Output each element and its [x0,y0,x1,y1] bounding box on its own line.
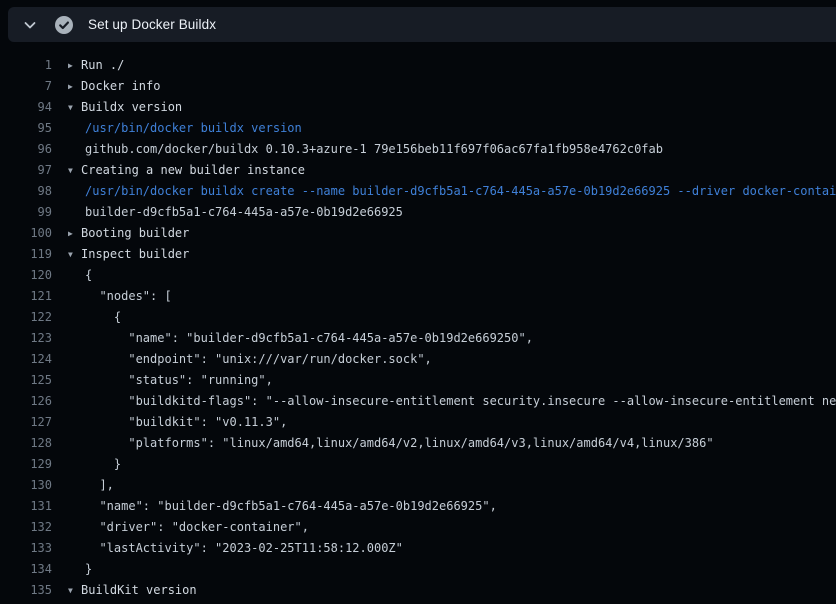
log-line[interactable]: 1 ▶Run ./ [0,55,836,76]
log-line: 96 github.com/docker/buildx 0.10.3+azure-… [0,139,836,160]
output-text: "name": "builder-d9cfb5a1-c764-445a-a57e… [85,331,533,345]
log-line: 129 } [0,454,836,475]
log-line: 95/usr/bin/docker buildx version [0,118,836,139]
line-number[interactable]: 99 [0,202,52,223]
log-line: 125 "status": "running", [0,370,836,391]
group-label: Booting builder [81,226,189,240]
line-number[interactable]: 135 [0,580,52,601]
log-line: 99 builder-d9cfb5a1-c764-445a-a57e-0b19d2… [0,202,836,223]
log-group: ▼Creating a new builder instance [68,160,305,181]
group-label: BuildKit version [81,583,197,597]
log-line[interactable]: 7 ▶Docker info [0,76,836,97]
log-line: 131 "name": "builder-d9cfb5a1-c764-445a-… [0,496,836,517]
log-line: 122 { [0,307,836,328]
expanded-arrow-icon: ▼ [68,97,81,118]
group-label: Run ./ [81,58,124,72]
output-text: "buildkitd-flags": "--allow-insecure-ent… [85,394,836,408]
expanded-arrow-icon: ▼ [68,160,81,181]
output-text: "platforms": "linux/amd64,linux/amd64/v2… [85,436,714,450]
log-line: 126 "buildkitd-flags": "--allow-insecure… [0,391,836,412]
output-text: "name": "builder-d9cfb5a1-c764-445a-a57e… [85,499,497,513]
log-line: 123 "name": "builder-d9cfb5a1-c764-445a-… [0,328,836,349]
group-label: Inspect builder [81,247,189,261]
command-text: /usr/bin/docker buildx create --name bui… [85,184,836,198]
output-text: "endpoint": "unix:///var/run/docker.sock… [85,352,432,366]
log-line[interactable]: 135 ▼BuildKit version [0,580,836,601]
group-label: Buildx version [81,100,182,114]
log-group: ▶Docker info [68,76,160,97]
output-text: "buildkit": "v0.11.3", [85,415,287,429]
chevron-down-icon [22,17,38,33]
log-line: 120 { [0,265,836,286]
line-number[interactable]: 122 [0,307,52,328]
line-number[interactable]: 123 [0,328,52,349]
log-line[interactable]: 94 ▼Buildx version [0,97,836,118]
line-number[interactable]: 96 [0,139,52,160]
log-line: 134} [0,559,836,580]
log-viewer: 1▶Run ./7▶Docker info94▼Buildx version95… [0,45,836,604]
line-number[interactable]: 127 [0,412,52,433]
expanded-arrow-icon: ▼ [68,580,81,601]
log-lines: 1▶Run ./7▶Docker info94▼Buildx version95… [0,55,836,604]
line-number[interactable]: 125 [0,370,52,391]
collapsed-arrow-icon: ▶ [68,76,81,97]
log-line: 130 ], [0,475,836,496]
expanded-arrow-icon: ▼ [68,244,81,265]
line-number[interactable]: 129 [0,454,52,475]
step-title: Set up Docker Buildx [88,17,216,32]
output-text: } [85,457,121,471]
log-group: ▶Run ./ [68,55,124,76]
line-number[interactable]: 94 [0,97,52,118]
log-line: 127 "buildkit": "v0.11.3", [0,412,836,433]
collapse-step-button[interactable] [18,13,42,37]
output-text: "status": "running", [85,373,273,387]
log-line[interactable]: 100 ▶Booting builder [0,223,836,244]
output-text: builder-d9cfb5a1-c764-445a-a57e-0b19d2e6… [85,205,403,219]
line-number[interactable]: 121 [0,286,52,307]
check-circle-icon [54,15,74,35]
line-number[interactable]: 126 [0,391,52,412]
line-number[interactable]: 134 [0,559,52,580]
line-number[interactable]: 97 [0,160,52,181]
output-text: github.com/docker/buildx 0.10.3+azure-1 … [85,142,663,156]
group-label: Docker info [81,79,160,93]
output-text: { [85,268,92,282]
collapsed-arrow-icon: ▶ [68,55,81,76]
step-header[interactable]: Set up Docker Buildx [8,7,836,42]
line-number[interactable]: 132 [0,517,52,538]
log-line: 133 "lastActivity": "2023-02-25T11:58:12… [0,538,836,559]
line-number[interactable]: 100 [0,223,52,244]
line-number[interactable]: 130 [0,475,52,496]
log-group: ▼Buildx version [68,97,182,118]
line-number[interactable]: 98 [0,181,52,202]
log-line: 132 "driver": "docker-container", [0,517,836,538]
log-line: 98/usr/bin/docker buildx create --name b… [0,181,836,202]
log-line[interactable]: 97 ▼Creating a new builder instance [0,160,836,181]
line-number[interactable]: 95 [0,118,52,139]
log-line: 124 "endpoint": "unix:///var/run/docker.… [0,349,836,370]
line-number[interactable]: 120 [0,265,52,286]
log-group: ▶Booting builder [68,223,189,244]
command-text: /usr/bin/docker buildx version [85,121,302,135]
line-number[interactable]: 133 [0,538,52,559]
line-number[interactable]: 124 [0,349,52,370]
log-line: 121 "nodes": [ [0,286,836,307]
output-text: { [85,310,121,324]
output-text: ], [85,478,114,492]
group-label: Creating a new builder instance [81,163,305,177]
output-text: "lastActivity": "2023-02-25T11:58:12.000… [85,541,403,555]
log-group: ▼BuildKit version [68,580,197,601]
line-number[interactable]: 128 [0,433,52,454]
log-line[interactable]: 119 ▼Inspect builder [0,244,836,265]
line-number[interactable]: 1 [0,55,52,76]
line-number[interactable]: 7 [0,76,52,97]
line-number[interactable]: 119 [0,244,52,265]
log-group: ▼Inspect builder [68,244,189,265]
output-text: "nodes": [ [85,289,172,303]
collapsed-arrow-icon: ▶ [68,223,81,244]
output-text: "driver": "docker-container", [85,520,309,534]
log-line: 128 "platforms": "linux/amd64,linux/amd6… [0,433,836,454]
line-number[interactable]: 131 [0,496,52,517]
output-text: } [85,562,92,576]
